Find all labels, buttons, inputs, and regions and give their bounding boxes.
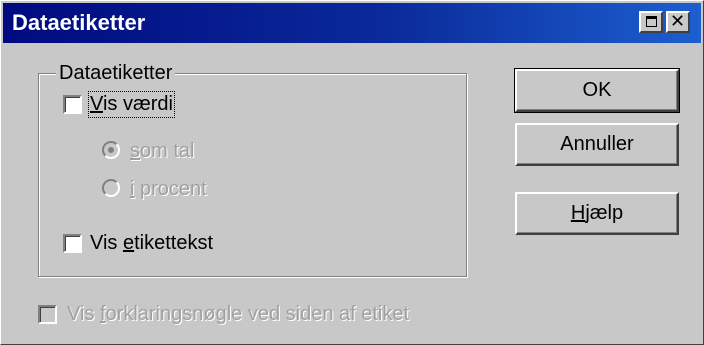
maximize-button[interactable] — [639, 11, 663, 33]
ok-button[interactable]: OK — [514, 68, 680, 113]
legend-key-label[interactable]: Vis forklaringsnøgle ved siden af etiket — [67, 303, 409, 326]
radio-selected-dot — [108, 147, 114, 153]
maximize-icon — [646, 16, 657, 27]
show-label-text-label[interactable]: Vis etikettekst — [90, 232, 213, 255]
show-value-checkbox[interactable] — [63, 95, 82, 114]
window-title: Dataetiketter — [12, 10, 146, 35]
show-label-text-checkbox[interactable] — [63, 234, 82, 253]
title-bar[interactable]: Dataetiketter ✕ — [3, 3, 701, 43]
as-number-label[interactable]: som tal — [130, 140, 194, 163]
show-value-label[interactable]: Vis værdi — [88, 91, 175, 118]
close-icon: ✕ — [670, 11, 686, 32]
as-number-radio[interactable] — [102, 141, 120, 159]
help-button[interactable]: Hjælp — [515, 192, 679, 235]
legend-key-checkbox[interactable] — [38, 305, 57, 324]
close-button[interactable]: ✕ — [666, 11, 690, 33]
data-labels-dialog: Dataetiketter ✕ Dataetiketter Vis værdi … — [0, 0, 704, 345]
cancel-button[interactable]: Annuller — [515, 123, 679, 166]
as-percent-radio[interactable] — [102, 179, 120, 197]
groupbox-legend: Dataetiketter — [56, 62, 176, 85]
as-percent-label[interactable]: i procent — [130, 178, 207, 201]
